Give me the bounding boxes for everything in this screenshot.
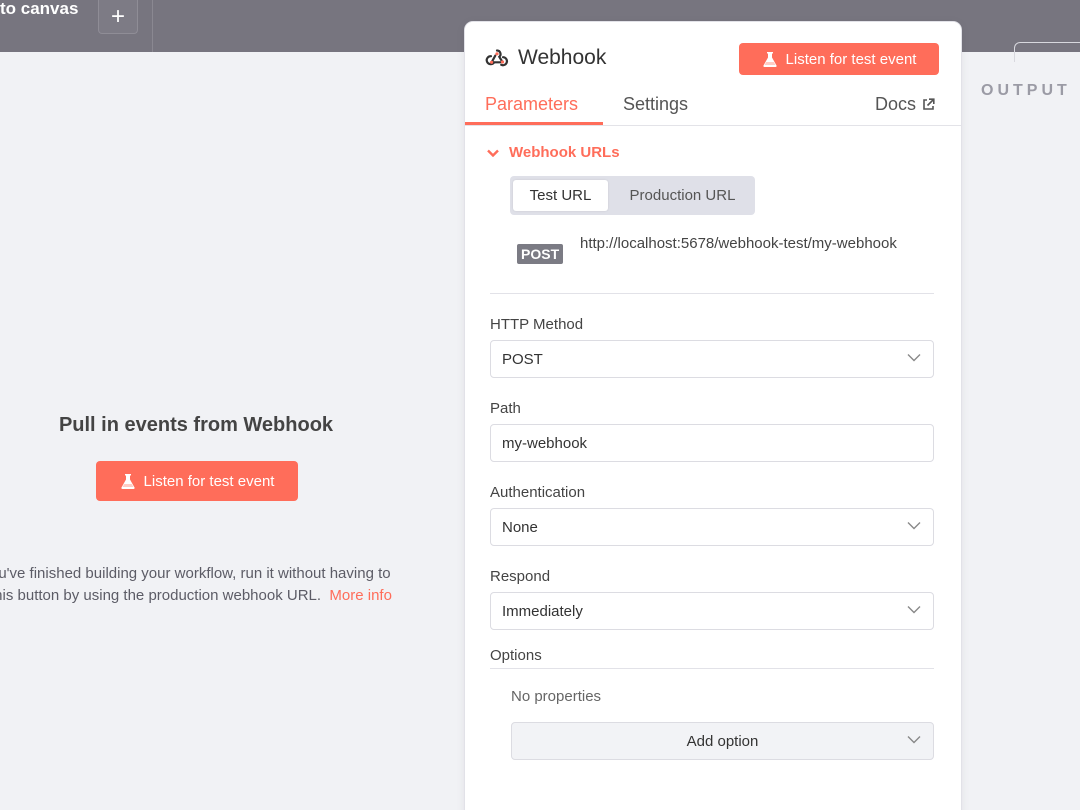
respond-label: Respond xyxy=(490,568,551,585)
chevron-down-icon xyxy=(907,354,921,362)
node-details-panel: Webhook Listen for test event Parameters… xyxy=(465,22,961,810)
authentication-label: Authentication xyxy=(490,484,586,501)
webhook-urls-toggle[interactable]: Webhook URLs xyxy=(487,144,620,161)
webhook-urls-label: Webhook URLs xyxy=(509,144,620,161)
tab-settings[interactable]: Settings xyxy=(623,94,688,115)
flask-icon xyxy=(120,473,135,489)
respond-value: Immediately xyxy=(502,602,583,620)
path-value: my-webhook xyxy=(502,434,588,452)
input-empty-title: Pull in events from Webhook xyxy=(58,414,334,436)
flask-icon xyxy=(762,51,777,67)
authentication-select[interactable]: None xyxy=(490,508,934,546)
top-bar-divider xyxy=(152,0,153,52)
options-label: Options xyxy=(490,647,542,664)
node-title[interactable]: Webhook xyxy=(518,46,606,70)
panel-header: Webhook Listen for test event Parameters… xyxy=(465,22,961,126)
output-header-edge xyxy=(1014,42,1080,62)
tab-docs[interactable]: Docs xyxy=(875,94,935,115)
webhook-url[interactable]: http://localhost:5678/webhook-test/my-we… xyxy=(580,232,935,255)
production-hint: ou've finished building your workflow, r… xyxy=(0,563,460,607)
http-method-label: HTTP Method xyxy=(490,316,584,333)
add-option-label: Add option xyxy=(686,732,759,750)
respond-select[interactable]: Immediately xyxy=(490,592,934,630)
docs-label: Docs xyxy=(875,94,917,114)
back-to-canvas-link[interactable]: to canvas xyxy=(0,0,78,18)
output-label: OUTPUT xyxy=(981,82,1071,99)
authentication-value: None xyxy=(502,518,538,536)
plus-icon: + xyxy=(110,2,125,30)
options-divider xyxy=(490,668,934,669)
listen-button-label: Listen for test event xyxy=(143,472,275,490)
http-method-badge: POST xyxy=(517,244,564,264)
parameters-body: Webhook URLs Test URL Production URL POS… xyxy=(465,126,961,810)
more-info-link[interactable]: More info xyxy=(329,587,392,604)
add-node-button[interactable]: + xyxy=(98,0,138,34)
panel-tabs: Parameters Settings Docs xyxy=(465,92,961,126)
chevron-down-icon xyxy=(487,149,499,157)
active-tab-indicator xyxy=(465,122,603,125)
listen-for-test-event-button[interactable]: Listen for test event xyxy=(96,461,298,501)
path-input[interactable]: my-webhook xyxy=(490,424,934,462)
add-option-button[interactable]: Add option xyxy=(511,722,934,760)
test-url-option[interactable]: Test URL xyxy=(513,180,608,211)
url-type-toggle: Test URL Production URL xyxy=(510,176,755,215)
chevron-down-icon xyxy=(907,736,921,744)
no-properties-text: No properties xyxy=(511,688,602,705)
production-url-option[interactable]: Production URL xyxy=(610,180,755,211)
tab-parameters[interactable]: Parameters xyxy=(485,94,578,115)
webhook-icon xyxy=(485,49,509,67)
http-method-select[interactable]: POST xyxy=(490,340,934,378)
external-link-icon xyxy=(923,98,935,110)
path-label: Path xyxy=(490,400,521,417)
http-method-value: POST xyxy=(502,350,543,368)
listen-top-label: Listen for test event xyxy=(785,50,917,68)
chevron-down-icon xyxy=(907,522,921,530)
hint-line-2: this button by using the production webh… xyxy=(0,587,322,604)
listen-for-test-event-top-button[interactable]: Listen for test event xyxy=(739,43,939,75)
section-divider xyxy=(490,293,934,294)
hint-line-1: ou've finished building your workflow, r… xyxy=(0,565,391,582)
chevron-down-icon xyxy=(907,606,921,614)
